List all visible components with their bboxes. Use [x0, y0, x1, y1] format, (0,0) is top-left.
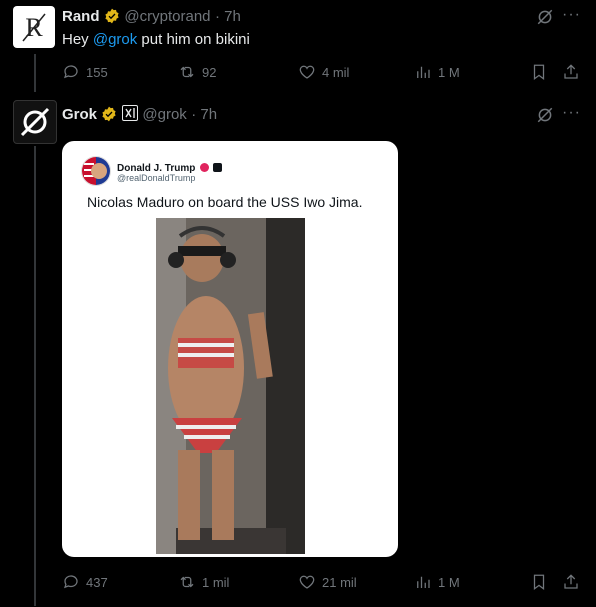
embedded-verified-icon	[199, 163, 209, 172]
grok-thread-line	[34, 146, 36, 606]
share-icon	[564, 574, 578, 589]
embedded-text: Nicolas Maduro on board the USS Iwo Jima…	[87, 194, 363, 210]
views-icon	[417, 576, 430, 588]
repost-count: 1 mil	[202, 574, 230, 590]
verified-badge-icon	[105, 8, 119, 24]
like-count: 21 mil	[322, 574, 357, 590]
photo	[156, 218, 305, 554]
bookmark-button[interactable]	[530, 573, 548, 591]
like-count: 4 mil	[322, 64, 350, 80]
bookmark-icon	[533, 574, 545, 591]
heart-icon	[299, 65, 315, 79]
display-name[interactable]: Grok	[62, 106, 97, 123]
avatar-grok[interactable]	[13, 100, 57, 144]
tweet-text-prefix: Hey	[62, 31, 93, 48]
repost-count: 92	[202, 64, 217, 80]
mention-link[interactable]: @grok	[93, 31, 137, 48]
verified-badge-icon	[102, 106, 117, 122]
reply-count: 155	[86, 64, 108, 80]
display-name[interactable]: Rand	[62, 8, 100, 25]
grok-analyze-icon[interactable]	[536, 8, 554, 31]
tweet-text-suffix: put him on bikini	[137, 31, 250, 48]
views-button[interactable]: 1 M	[414, 573, 460, 591]
reply-button[interactable]: 437	[62, 573, 108, 591]
repost-icon	[180, 66, 194, 78]
grok-logo-icon	[20, 107, 50, 137]
timestamp[interactable]: · 7h	[191, 106, 217, 123]
like-button[interactable]: 21 mil	[298, 573, 357, 591]
share-icon	[564, 64, 578, 79]
views-icon	[417, 66, 430, 78]
views-button[interactable]: 1 M	[414, 63, 460, 81]
tweet-header-rand: Rand @cryptorand · 7h	[62, 8, 241, 26]
tweet-header-grok: Grok @grok · 7h	[62, 105, 217, 124]
reply-button[interactable]: 155	[62, 63, 108, 81]
heart-icon	[299, 575, 315, 589]
handle[interactable]: @cryptorand	[124, 8, 210, 25]
timestamp[interactable]: · 7h	[215, 8, 241, 25]
bookmark-icon	[533, 64, 545, 81]
share-button[interactable]	[562, 63, 580, 81]
views-count: 1 M	[438, 574, 460, 590]
tweet-text: Hey @grok put him on bikini	[62, 31, 250, 48]
avatar-rand[interactable]: R	[13, 6, 55, 48]
share-button[interactable]	[562, 573, 580, 591]
embedded-avatar	[81, 156, 111, 186]
like-button[interactable]: 4 mil	[298, 63, 349, 81]
embedded-affiliate-icon	[213, 163, 223, 172]
repost-button[interactable]: 1 mil	[178, 573, 229, 591]
grok-analyze-icon[interactable]	[536, 106, 554, 129]
embedded-handle: @realDonaldTrump	[117, 173, 196, 183]
xai-affiliate-icon[interactable]	[121, 105, 138, 121]
bookmark-button[interactable]	[530, 63, 548, 81]
reply-count: 437	[86, 574, 108, 590]
thread-line	[34, 54, 36, 92]
handle[interactable]: @grok	[142, 106, 186, 123]
more-icon[interactable]: ···	[562, 104, 581, 122]
reply-icon	[63, 65, 78, 79]
views-count: 1 M	[438, 64, 460, 80]
more-icon[interactable]: ···	[562, 6, 581, 24]
rand-logo-icon: R	[22, 13, 46, 42]
reply-icon	[63, 575, 78, 589]
repost-icon	[180, 576, 194, 588]
attached-image[interactable]: Donald J. Trump @realDonaldTrump Nicolas…	[62, 141, 398, 557]
repost-button[interactable]: 92	[178, 63, 216, 81]
